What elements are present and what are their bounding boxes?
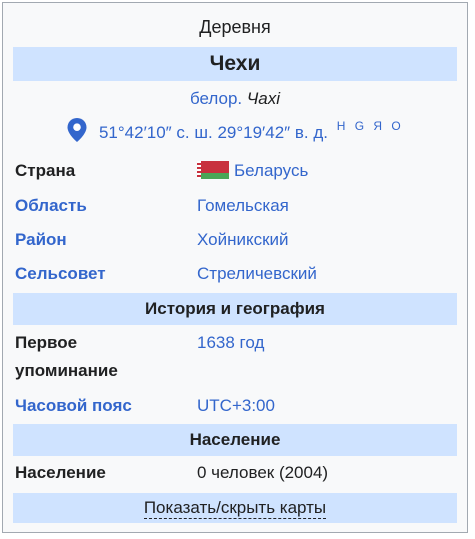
section-title: История и география [145,299,325,318]
selsovet-link[interactable]: Стреличевский [197,260,317,288]
row-population: Население 0 человек (2004) [13,459,457,489]
toggle-maps-row: Показать/скрыть карты [13,493,457,523]
row-label-link[interactable]: Область [15,192,87,220]
row-label-first-mention-1: Первое [15,333,78,352]
row-first-mention: Первое упоминание 1638 год [13,329,457,387]
row-label: Страна [15,161,76,180]
native-name: Чахі [246,89,281,108]
toggle-maps-button[interactable]: Показать/скрыть карты [143,498,327,519]
section-header-history: История и география [13,293,457,325]
native-lang-link[interactable]: белор. [190,89,242,108]
row-label-link[interactable]: Сельсовет [15,260,106,288]
region-link[interactable]: Гомельская [197,192,289,220]
row-country: Страна Беларусь [13,157,457,187]
row-district: Район Хойникский [13,226,457,256]
map-service-links[interactable]: H G Я O [337,119,404,133]
first-mention-link[interactable]: 1638 год [197,329,264,357]
section-header-population: Население [13,424,457,456]
infobox: Деревня Чехи белор. Чахі 51°42′10″ с. ш.… [2,2,468,533]
population-value: 0 человек (2004) [197,463,329,482]
coordinates-link[interactable]: 51°42′10″ с. ш. 29°19′42″ в. д. [99,123,328,142]
row-label: Население [15,463,106,482]
district-link[interactable]: Хойникский [197,226,289,254]
map-pin-icon[interactable] [66,117,88,148]
section-title: Население [189,430,281,449]
row-label-link[interactable]: Часовой пояс [15,392,132,420]
page-title: Чехи [13,47,457,81]
belarus-flag-icon[interactable] [197,161,229,179]
infobox-above: Деревня [199,17,271,37]
native-name-line: белор. Чахі [3,89,467,109]
title-text: Чехи [209,52,261,75]
row-region: Область Гомельская [13,192,457,222]
timezone-link[interactable]: UTC+3:00 [197,392,275,420]
row-selsovet: Сельсовет Стреличевский [13,260,457,290]
coordinates-line: 51°42′10″ с. ш. 29°19′42″ в. д. H G Я O [3,117,467,148]
country-link[interactable]: Беларусь [234,161,308,180]
row-label-link[interactable]: Район [15,226,67,254]
row-timezone: Часовой пояс UTC+3:00 [13,392,457,422]
row-label-first-mention-2: упоминание [15,361,118,380]
row-value-country[interactable]: Беларусь [197,157,308,185]
